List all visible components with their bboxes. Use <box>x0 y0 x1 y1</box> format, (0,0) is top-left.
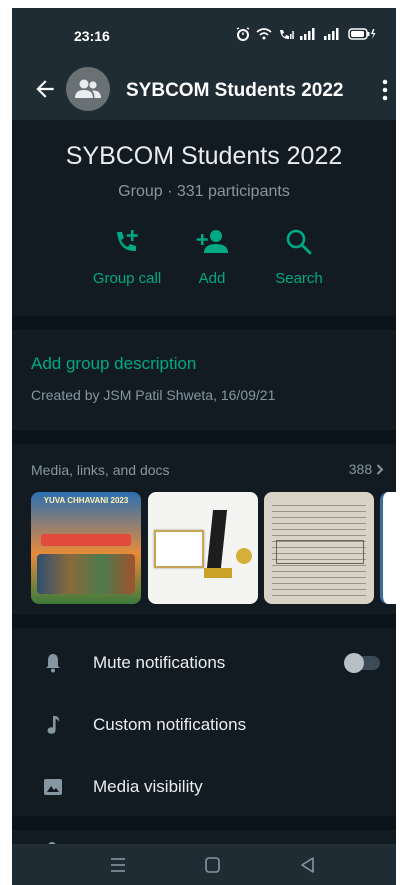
media-visibility-row[interactable]: Media visibility <box>12 756 396 818</box>
custom-notifications-row[interactable]: Custom notifications <box>12 694 396 756</box>
document-table <box>276 540 364 564</box>
music-note-icon <box>47 716 60 734</box>
section-divider <box>12 614 396 628</box>
bell-icon <box>46 654 60 673</box>
mute-notifications-toggle[interactable] <box>344 653 380 673</box>
alarm-icon <box>236 27 250 41</box>
call-signal-icon <box>280 30 294 39</box>
poster-photo <box>37 554 135 594</box>
trophy-base <box>204 568 232 578</box>
header-title[interactable]: SYBCOM Students 2022 <box>126 80 344 102</box>
group-name: SYBCOM Students 2022 <box>65 142 343 170</box>
wifi-icon <box>256 28 272 40</box>
media-thumbnail-trophy[interactable] <box>148 492 258 604</box>
media-section: Media, links, and docs 388 YUVA CHHAVANI… <box>12 444 396 614</box>
toggle-knob <box>344 653 364 673</box>
add-person-icon <box>196 230 228 253</box>
description-section: Add group description Created by JSM Pat… <box>12 330 396 430</box>
chevron-right-icon <box>376 464 384 475</box>
custom-notifications-label: Custom notifications <box>93 715 247 734</box>
group-info: SYBCOM Students 2022 Group · 331 partici… <box>12 120 396 316</box>
thumbnail-caption: YUVA CHHAVANI 2023 <box>43 496 129 505</box>
app-bar: SYBCOM Students 2022 <box>12 60 396 120</box>
back-arrow-icon[interactable] <box>32 76 58 102</box>
group-call-label: Group call <box>92 270 162 287</box>
settings-section: Mute notifications Custom notifications … <box>12 628 396 816</box>
home-square-icon[interactable] <box>202 856 222 874</box>
created-by-text: Created by JSM Patil Shweta, 16/09/21 <box>31 387 276 403</box>
system-nav-bar <box>12 844 396 885</box>
group-participants: Group · 331 participants <box>118 183 290 200</box>
add-call-icon <box>117 230 138 252</box>
search-label: Search <box>275 270 323 287</box>
mute-notifications-label: Mute notifications <box>93 653 226 672</box>
add-label: Add <box>198 270 226 287</box>
add-description-link[interactable]: Add group description <box>31 354 196 374</box>
media-visibility-label: Media visibility <box>93 777 203 796</box>
menu-lines-icon[interactable] <box>108 856 128 874</box>
medal-shape <box>236 548 252 564</box>
media-thumbnail-event-poster[interactable]: YUVA CHHAVANI 2023 <box>31 492 141 604</box>
phone-screen: 23:16 SYBCOM Students 2022 SYBCOM Studen… <box>12 8 396 885</box>
signal-2-icon <box>324 28 339 40</box>
certificate-shape <box>154 530 204 568</box>
section-divider <box>12 816 396 830</box>
group-avatar-icon <box>75 79 101 98</box>
add-participant-button[interactable]: Add <box>167 228 257 287</box>
battery-charging-icon <box>348 28 376 40</box>
status-time: 23:16 <box>74 28 110 44</box>
back-triangle-icon[interactable] <box>298 856 318 874</box>
mute-notifications-row[interactable]: Mute notifications <box>12 632 396 694</box>
group-call-button[interactable]: Group call <box>82 228 172 287</box>
poster-banner <box>41 534 131 546</box>
media-count-link[interactable]: 388 <box>349 461 384 477</box>
image-icon <box>44 779 62 795</box>
trophy-shape <box>206 510 228 568</box>
section-divider <box>12 316 396 330</box>
media-count: 388 <box>348 461 373 477</box>
media-thumbnail-partial[interactable] <box>380 492 396 604</box>
search-icon <box>286 229 312 255</box>
signal-1-icon <box>300 28 315 40</box>
group-avatar[interactable] <box>66 67 110 111</box>
media-title[interactable]: Media, links, and docs <box>31 462 170 478</box>
more-vertical-icon[interactable] <box>380 78 390 102</box>
status-icons <box>236 27 376 41</box>
media-thumbnail-document[interactable] <box>264 492 374 604</box>
search-button[interactable]: Search <box>254 228 344 287</box>
status-bar: 23:16 <box>12 8 396 60</box>
section-divider <box>12 430 396 444</box>
